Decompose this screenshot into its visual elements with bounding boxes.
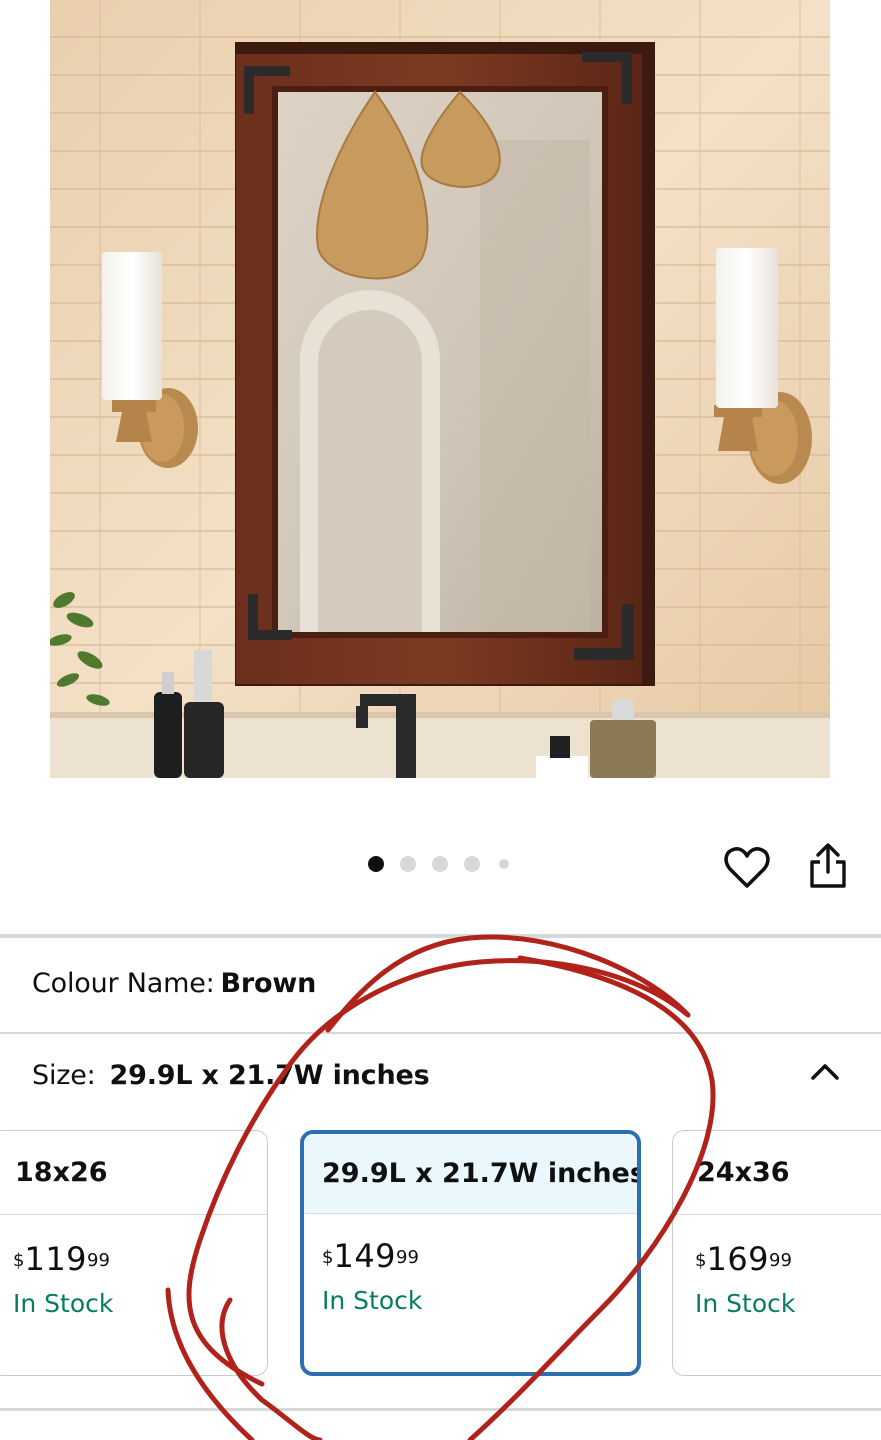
product-photo-illustration — [50, 0, 830, 778]
favourite-button[interactable] — [724, 846, 770, 890]
carousel-dot-3[interactable] — [432, 856, 448, 872]
size-value: 29.9L x 21.7W inches — [109, 1060, 430, 1091]
size-option-name: 29.9L x 21.7W inches — [304, 1134, 637, 1214]
carousel-dot-4[interactable] — [464, 856, 480, 872]
share-button[interactable] — [806, 842, 850, 890]
size-option-selected[interactable]: 29.9L x 21.7W inches $14999 In Stock — [300, 1130, 641, 1376]
size-option-name: 18x26 — [0, 1131, 267, 1215]
size-option-price: $11999 — [13, 1240, 110, 1278]
availability-in-stock: In Stock — [13, 1289, 114, 1318]
size-option-18x26[interactable]: 18x26 $11999 In Stock — [0, 1130, 268, 1376]
size-label: Size: — [32, 1060, 96, 1091]
size-option-24x36[interactable]: 24x36 $16999 In Stock — [672, 1130, 881, 1376]
chevron-up-icon — [811, 1064, 839, 1080]
section-divider — [0, 1408, 881, 1411]
availability-in-stock: In Stock — [322, 1286, 423, 1315]
product-image[interactable] — [50, 0, 830, 778]
collapse-size-button[interactable] — [808, 1058, 842, 1086]
section-divider — [0, 1032, 881, 1034]
colour-value: Brown — [220, 968, 317, 999]
size-option-price: $16999 — [695, 1240, 792, 1278]
section-divider — [0, 934, 881, 938]
carousel-dot-5[interactable] — [499, 859, 509, 869]
colour-variation-row: Colour Name: Brown — [32, 968, 316, 999]
carousel-dot-2[interactable] — [400, 856, 416, 872]
size-option-name: 24x36 — [673, 1131, 881, 1215]
availability-in-stock: In Stock — [695, 1289, 796, 1318]
carousel-dot-1[interactable] — [368, 856, 384, 872]
share-icon — [810, 843, 846, 888]
colour-label: Colour Name: — [32, 968, 215, 999]
heart-icon — [724, 847, 770, 888]
size-option-price: $14999 — [322, 1237, 419, 1275]
size-variation-row[interactable]: Size: 29.9L x 21.7W inches — [32, 1060, 430, 1091]
